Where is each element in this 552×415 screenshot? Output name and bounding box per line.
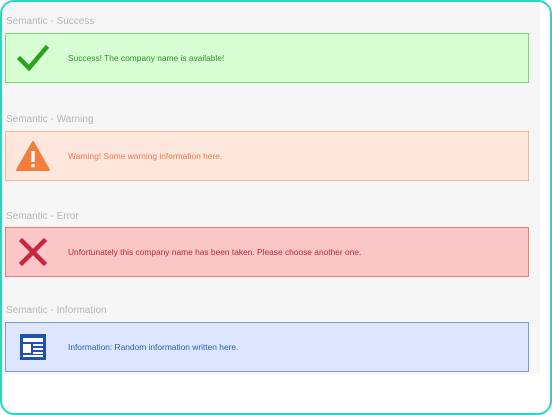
success-message: Success! The company name is available!	[68, 53, 225, 63]
semantic-alerts-panel: Semantic - Success Success! The company …	[2, 2, 540, 374]
warning-triangle-icon	[10, 131, 56, 181]
checkmark-icon	[10, 33, 56, 83]
error-message: Unfortunately this company name has been…	[68, 247, 362, 257]
success-alert: Success! The company name is available!	[5, 33, 529, 83]
error-alert: Unfortunately this company name has been…	[5, 227, 529, 277]
info-alert: Information: Random information written …	[5, 322, 529, 372]
screenshot-frame: Semantic - Success Success! The company …	[0, 0, 552, 415]
error-section-label: Semantic - Error	[6, 211, 79, 222]
warning-section-label: Semantic - Warning	[6, 114, 94, 125]
warning-alert: Warning! Some warning information here.	[5, 131, 529, 181]
info-message: Information: Random information written …	[68, 342, 239, 352]
success-section-label: Semantic - Success	[6, 16, 95, 27]
warning-message: Warning! Some warning information here.	[68, 151, 223, 161]
info-section-label: Semantic - Information	[6, 305, 107, 316]
newspaper-icon	[10, 322, 56, 372]
cross-icon	[10, 227, 56, 277]
